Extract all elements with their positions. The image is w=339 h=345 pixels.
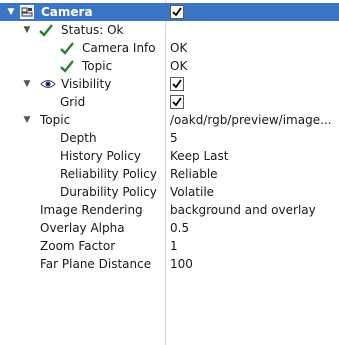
topic-status-name-cell: Topic [0,57,165,75]
depth-name-cell: Depth [0,129,165,147]
collapse-arrow-icon[interactable]: ▼ [22,21,32,39]
tree-row-history-policy[interactable]: History Policy Keep Last [0,147,339,165]
tree-row-far-plane-distance[interactable]: Far Plane Distance 100 [0,255,339,273]
checkmark-icon [172,79,182,89]
depth-value: 5 [170,131,178,145]
history-policy-name-cell: History Policy [0,147,165,165]
tree-row-durability-policy[interactable]: Durability Policy Volatile [0,183,339,201]
overlay-alpha-value-cell: 0.5 [170,219,336,237]
status-label: Status: Ok [61,23,124,37]
grid-value-cell [170,93,336,111]
zoom-factor-value: 1 [170,239,178,253]
topic-status-value: OK [170,59,188,73]
grid-label: Grid [60,95,86,109]
eye-icon [40,80,56,88]
checkmark-icon [172,7,182,17]
far-plane-distance-label: Far Plane Distance [40,257,152,271]
zoom-factor-value-cell: 1 [170,237,336,255]
reliability-policy-value: Reliable [170,167,218,181]
tree-row-depth[interactable]: Depth 5 [0,129,339,147]
collapse-arrow-icon[interactable]: ▼ [22,111,32,129]
reliability-policy-label: Reliability Policy [60,167,157,181]
camera-name-cell: ▼ Camera [0,3,165,21]
depth-label: Depth [60,131,97,145]
tree-row-zoom-factor[interactable]: Zoom Factor 1 [0,237,339,255]
topic-status-value-cell: OK [170,57,336,75]
collapse-arrow-icon[interactable]: ▼ [6,3,16,21]
history-policy-value-cell: Keep Last [170,147,336,165]
far-plane-distance-name-cell: Far Plane Distance [0,255,165,273]
camera-display-icon [20,5,34,19]
visibility-value-cell [170,75,336,93]
camera-enabled-cell [170,3,336,21]
zoom-factor-name-cell: Zoom Factor [0,237,165,255]
depth-value-cell: 5 [170,129,336,147]
far-plane-distance-value: 100 [170,257,193,271]
durability-policy-value-cell: Volatile [170,183,336,201]
topic-name-cell: ▼ Topic [0,111,165,129]
camera-display-label: Camera [41,5,93,19]
overlay-alpha-value: 0.5 [170,221,190,235]
display-properties-tree: ▼ Camera ▼ Status: Ok Camera Info OK Top… [0,0,339,345]
tree-row-image-rendering[interactable]: Image Rendering background and overlay [0,201,339,219]
visibility-label: Visibility [61,77,112,91]
camera-info-label: Camera Info [82,41,156,55]
visibility-name-cell: ▼ Visibility [0,75,165,93]
visibility-checkbox[interactable] [170,77,184,91]
camera-enabled-checkbox[interactable] [170,5,184,19]
image-rendering-value-cell: background and overlay [170,201,336,219]
image-rendering-value: background and overlay [170,203,316,217]
topic-value-cell: /oakd/rgb/preview/image... [170,111,336,129]
tree-row-overlay-alpha[interactable]: Overlay Alpha 0.5 [0,219,339,237]
camera-info-name-cell: Camera Info [0,39,165,57]
topic-label: Topic [40,113,71,127]
topic-ok-check-icon [60,60,74,73]
zoom-factor-label: Zoom Factor [40,239,116,253]
tree-row-status[interactable]: ▼ Status: Ok [0,21,339,39]
durability-policy-label: Durability Policy [60,185,157,199]
topic-value: /oakd/rgb/preview/image... [170,113,332,127]
tree-row-topic[interactable]: ▼ Topic /oakd/rgb/preview/image... [0,111,339,129]
durability-policy-name-cell: Durability Policy [0,183,165,201]
status-ok-check-icon [39,24,53,37]
status-name-cell: ▼ Status: Ok [0,21,165,39]
topic-status-label: Topic [82,59,113,73]
camera-info-value-cell: OK [170,39,336,57]
tree-row-camera[interactable]: ▼ Camera [0,3,339,21]
history-policy-value: Keep Last [170,149,229,163]
reliability-policy-name-cell: Reliability Policy [0,165,165,183]
tree-row-camera-info[interactable]: Camera Info OK [0,39,339,57]
checkmark-icon [172,97,182,107]
image-rendering-label: Image Rendering [40,203,143,217]
overlay-alpha-name-cell: Overlay Alpha [0,219,165,237]
history-policy-label: History Policy [60,149,142,163]
tree-row-reliability-policy[interactable]: Reliability Policy Reliable [0,165,339,183]
tree-row-topic-status[interactable]: Topic OK [0,57,339,75]
tree-row-visibility[interactable]: ▼ Visibility [0,75,339,93]
camera-info-ok-check-icon [60,42,74,55]
overlay-alpha-label: Overlay Alpha [40,221,125,235]
durability-policy-value: Volatile [170,185,215,199]
image-rendering-name-cell: Image Rendering [0,201,165,219]
far-plane-distance-value-cell: 100 [170,255,336,273]
collapse-arrow-icon[interactable]: ▼ [22,75,32,93]
camera-info-value: OK [170,41,188,55]
grid-checkbox[interactable] [170,95,184,109]
reliability-policy-value-cell: Reliable [170,165,336,183]
tree-row-grid[interactable]: Grid [0,93,339,111]
grid-name-cell: Grid [0,93,165,111]
